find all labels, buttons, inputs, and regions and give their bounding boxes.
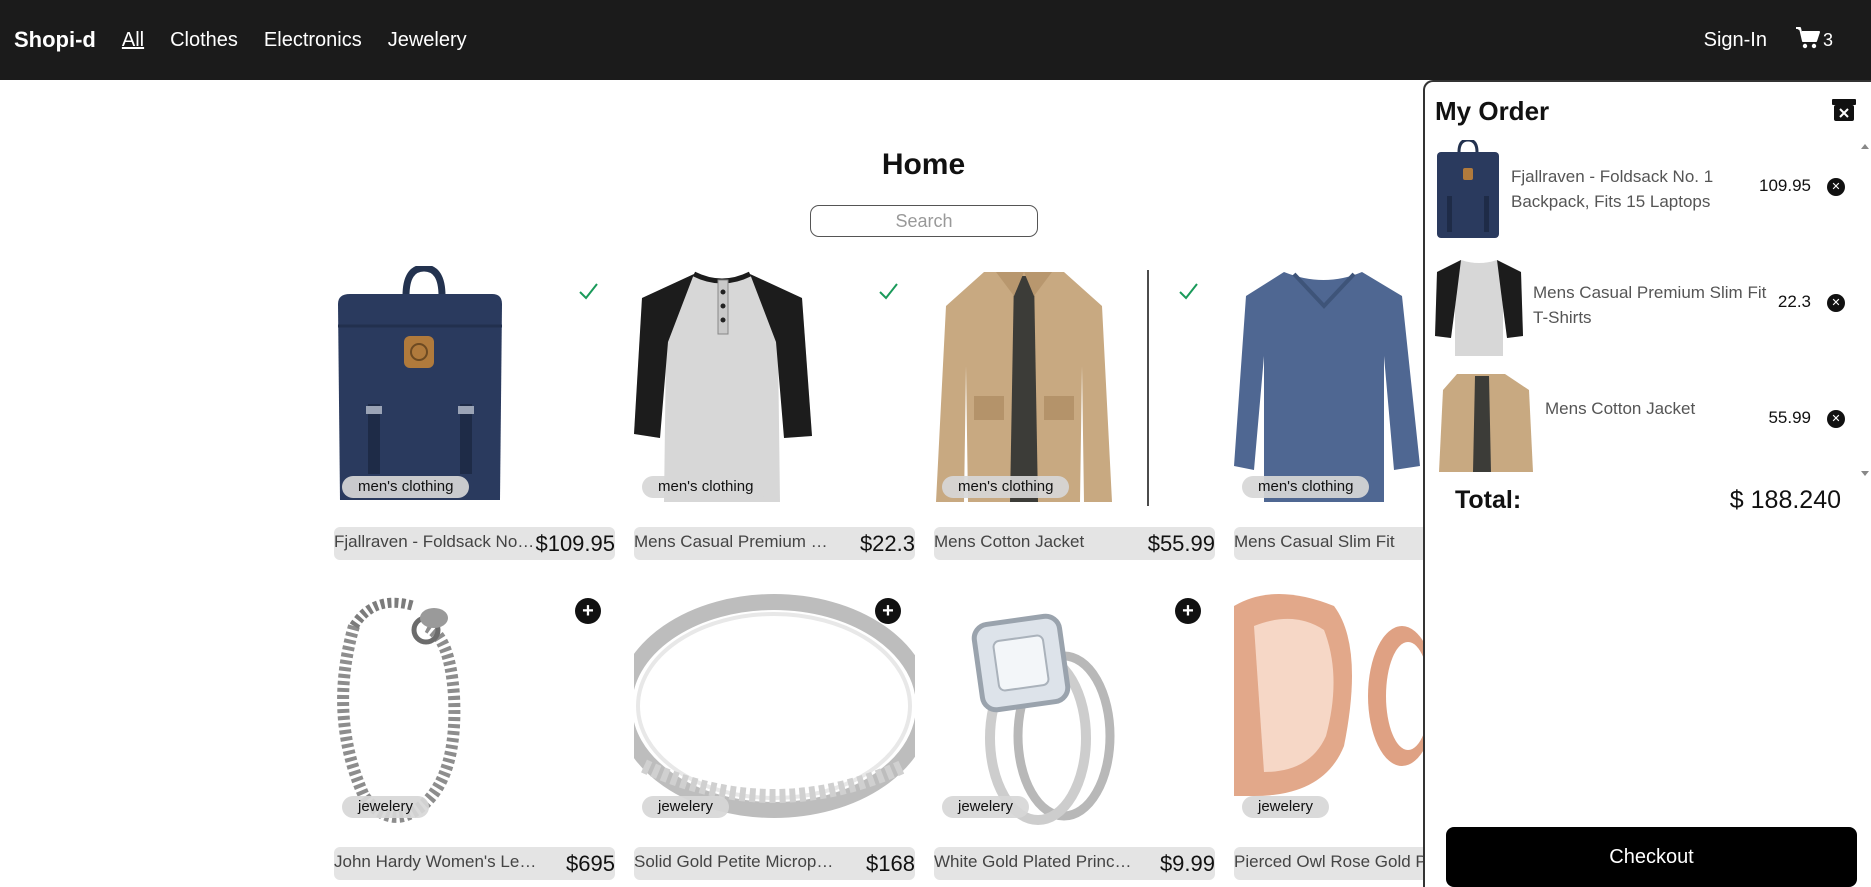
order-item: Mens Casual Premium Slim Fit T-Shirts 22… <box>1435 256 1845 360</box>
product-title: Mens Cotton Jacket <box>934 532 1085 551</box>
product-info: Fjallraven - Foldsack No. 1... $109.95 <box>334 527 615 560</box>
product-title: John Hardy Women's Legend... <box>334 852 539 871</box>
navbar-right: Sign-In 3 <box>1704 0 1833 80</box>
product-info: Mens Casual Slim Fit <box>1234 527 1424 560</box>
close-archive-icon[interactable] <box>1831 98 1857 127</box>
checkout-button[interactable]: Checkout <box>1446 827 1857 887</box>
nav-link-clothes[interactable]: Clothes <box>170 29 238 52</box>
x-icon[interactable]: ✕ <box>1827 410 1845 428</box>
product-card[interactable]: men's clothing Mens Casual Premium Slim … <box>634 262 915 562</box>
order-item-name: Mens Cotton Jacket <box>1545 399 1696 418</box>
product-card[interactable]: jewelery + John Hardy Women's Legend... … <box>334 582 615 882</box>
category-badge: jewelery <box>342 796 430 818</box>
shopping-cart-icon <box>1795 26 1823 55</box>
product-title: Mens Casual Premium Slim F... <box>634 532 839 551</box>
plus-icon[interactable]: + <box>1175 598 1201 624</box>
order-scrollbar[interactable] <box>1857 140 1871 480</box>
category-badge: jewelery <box>1242 796 1330 818</box>
product-card[interactable]: jewelery + White Gold Plated Princess $9… <box>934 582 1215 882</box>
total-label: Total: <box>1455 486 1522 514</box>
product-price: $168 <box>866 851 915 876</box>
product-price: $9.99 <box>1159 851 1215 876</box>
order-item: Mens Cotton Jacket 55.99 ✕ <box>1435 372 1845 476</box>
product-card[interactable]: men's clothing Mens Casual Slim Fit <box>1234 262 1424 562</box>
product-info: Mens Cotton Jacket $55.99 <box>934 527 1215 560</box>
order-item-image <box>1435 140 1501 240</box>
category-badge: men's clothing <box>1242 476 1370 498</box>
scroll-up-icon[interactable] <box>1861 144 1869 149</box>
product-title: Solid Gold Petite Micropave <box>634 852 839 871</box>
product-price: $109.95 <box>535 531 615 556</box>
product-info: John Hardy Women's Legend... $695 <box>334 847 615 880</box>
order-title: My Order <box>1435 96 1550 126</box>
product-image <box>1234 586 1424 826</box>
cart-button[interactable]: 3 <box>1795 26 1833 55</box>
category-badge: men's clothing <box>642 476 770 498</box>
product-card[interactable]: men's clothing Mens Cotton Jacket $55.99 <box>934 262 1215 562</box>
product-price: $55.99 <box>1147 531 1215 556</box>
order-item-name: Mens Casual Premium Slim Fit T-Shirts <box>1533 283 1767 327</box>
product-title: Fjallraven - Foldsack No. 1... <box>334 532 539 551</box>
category-badge: jewelery <box>642 796 730 818</box>
product-card[interactable]: men's clothing Fjallraven - Foldsack No.… <box>334 262 615 562</box>
order-item-name: Fjallraven - Foldsack No. 1 Backpack, Fi… <box>1511 167 1714 211</box>
cart-count: 3 <box>1822 29 1833 50</box>
total-value: $ 188.240 <box>1729 486 1841 514</box>
product-image <box>1234 266 1424 506</box>
product-card[interactable]: jewelery Pierced Owl Rose Gold Pla <box>1234 582 1424 882</box>
category-badge: men's clothing <box>942 476 1070 498</box>
check-icon[interactable] <box>875 278 901 304</box>
plus-icon[interactable]: + <box>575 598 601 624</box>
brand-logo[interactable]: Shopi-d <box>14 27 96 53</box>
nav-link-electronics[interactable]: Electronics <box>264 29 362 52</box>
product-title: Mens Casual Slim Fit <box>1234 532 1395 551</box>
scroll-down-icon[interactable] <box>1861 471 1869 476</box>
check-icon[interactable] <box>1175 278 1201 304</box>
sign-in-link[interactable]: Sign-In <box>1704 29 1767 52</box>
product-image <box>634 586 915 826</box>
order-item-price: 109.95 <box>1759 176 1811 195</box>
nav-link-jewelery[interactable]: Jewelery <box>388 29 467 52</box>
product-image <box>934 586 1215 826</box>
product-price: $22.3 <box>859 531 915 556</box>
product-title: White Gold Plated Princess <box>934 852 1139 871</box>
product-image <box>634 266 915 506</box>
product-info: Solid Gold Petite Micropave $168 <box>634 847 915 880</box>
order-item: Fjallraven - Foldsack No. 1 Backpack, Fi… <box>1435 140 1845 244</box>
order-item-image <box>1435 256 1523 356</box>
product-price: $695 <box>566 851 615 876</box>
check-icon[interactable] <box>575 278 601 304</box>
nav-link-all[interactable]: All <box>122 29 144 52</box>
product-image <box>334 586 615 826</box>
product-card[interactable]: jewelery + Solid Gold Petite Micropave $… <box>634 582 915 882</box>
product-grid: men's clothing Fjallraven - Foldsack No.… <box>334 262 1424 887</box>
product-info: White Gold Plated Princess $9.99 <box>934 847 1215 880</box>
search-input[interactable] <box>810 205 1038 237</box>
order-list: Fjallraven - Foldsack No. 1 Backpack, Fi… <box>1435 140 1861 480</box>
order-item-image <box>1435 372 1533 472</box>
product-info: Mens Casual Premium Slim F... $22.3 <box>634 527 915 560</box>
product-image <box>934 266 1215 506</box>
x-icon[interactable]: ✕ <box>1827 178 1845 196</box>
product-title: Pierced Owl Rose Gold Pla <box>1234 852 1424 871</box>
navbar: Shopi-d All Clothes Electronics Jewelery… <box>0 0 1871 80</box>
order-panel: My Order Fjallraven - Foldsack No. 1 Bac… <box>1423 80 1871 887</box>
category-badge: jewelery <box>942 796 1030 818</box>
plus-icon[interactable]: + <box>875 598 901 624</box>
x-icon[interactable]: ✕ <box>1827 294 1845 312</box>
product-info: Pierced Owl Rose Gold Pla <box>1234 847 1424 880</box>
order-item-price: 22.3 <box>1777 292 1811 311</box>
order-item-price: 55.99 <box>1768 408 1811 427</box>
category-badge: men's clothing <box>342 476 470 498</box>
product-image <box>334 266 615 506</box>
